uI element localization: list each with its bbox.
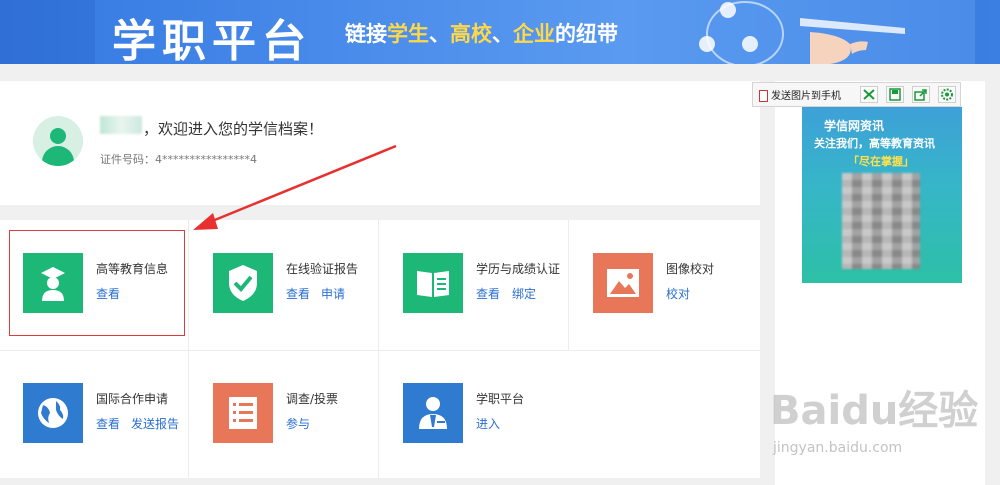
ad-tag: 「尽在掌握」 [848,155,914,168]
phone-icon [759,90,768,102]
highlight-box [9,230,185,336]
participate-link[interactable]: 参与 [286,415,310,432]
check-link[interactable]: 校对 [666,285,690,302]
enter-link[interactable]: 进入 [476,415,500,432]
slogan-student: 学生 [387,22,429,46]
list-icon [213,383,273,443]
globe-icon [23,383,83,443]
bind-link[interactable]: 绑定 [512,285,536,302]
watermark-logo: Baidu经验 [770,388,979,434]
send-to-phone-label: 发送图片到手机 [771,91,841,102]
slogan-suffix: 的纽带 [555,22,618,46]
tile-title: 国际合作申请 [96,392,169,406]
slogan-sep-2: 、 [492,22,513,46]
slogan-prefix: 链接 [345,22,387,46]
watermark-url: jingyan.baidu.com [773,440,903,456]
user-avatar-icon [33,116,83,166]
apply-link[interactable]: 申请 [321,285,345,302]
welcome-text: ，欢迎进入您的学信档案！ [143,120,324,138]
slogan-school: 高校 [450,22,492,46]
tile-title: 学历与成绩认证 [476,262,561,276]
view-link[interactable]: 查看 [476,285,500,302]
grid-divider [378,220,379,478]
expand-icon[interactable] [860,86,878,103]
save-icon[interactable] [886,86,904,103]
book-icon [403,253,463,313]
qr-code-blurred [842,173,920,269]
image-icon [593,253,653,313]
welcome-card [0,81,760,205]
grid-divider [568,220,569,350]
banner-illustration [699,1,905,64]
ad-title: 学信网资讯 [824,119,885,133]
send-report-link[interactable]: 发送报告 [131,415,179,432]
slogan-company: 企业 [513,22,555,46]
shield-check-icon [213,253,273,313]
tile-title: 在线验证报告 [286,262,359,276]
top-banner: 学职平台 链接学生、高校、企业的纽带 [0,0,1000,64]
banner-brand: 学职平台 [112,16,312,64]
share-icon[interactable] [912,86,930,103]
tile-title: 学职平台 [476,392,525,406]
grid-divider [0,350,760,351]
settings-gear-icon[interactable] [938,86,956,103]
image-toolbar: 发送图片到手机 [752,82,961,107]
banner-slogan: 链接学生、高校、企业的纽带 [345,18,618,48]
slogan-sep-1: 、 [429,22,450,46]
user-name-blurred [100,116,142,134]
person-card-icon [403,383,463,443]
view-link[interactable]: 查看 [96,415,120,432]
tile-title: 调查/投票 [286,392,339,406]
grid-divider [188,220,189,478]
id-number: 证件号码：4****************4 [100,153,257,166]
send-to-phone-button[interactable]: 发送图片到手机 [759,87,841,102]
news-ad-banner[interactable]: 学信网资讯 关注我们，高等教育资讯 「尽在掌握」 [802,107,962,283]
view-link[interactable]: 查看 [286,285,310,302]
tile-title: 图像校对 [666,262,715,276]
ad-subtitle: 关注我们，高等教育资讯 [814,137,935,150]
